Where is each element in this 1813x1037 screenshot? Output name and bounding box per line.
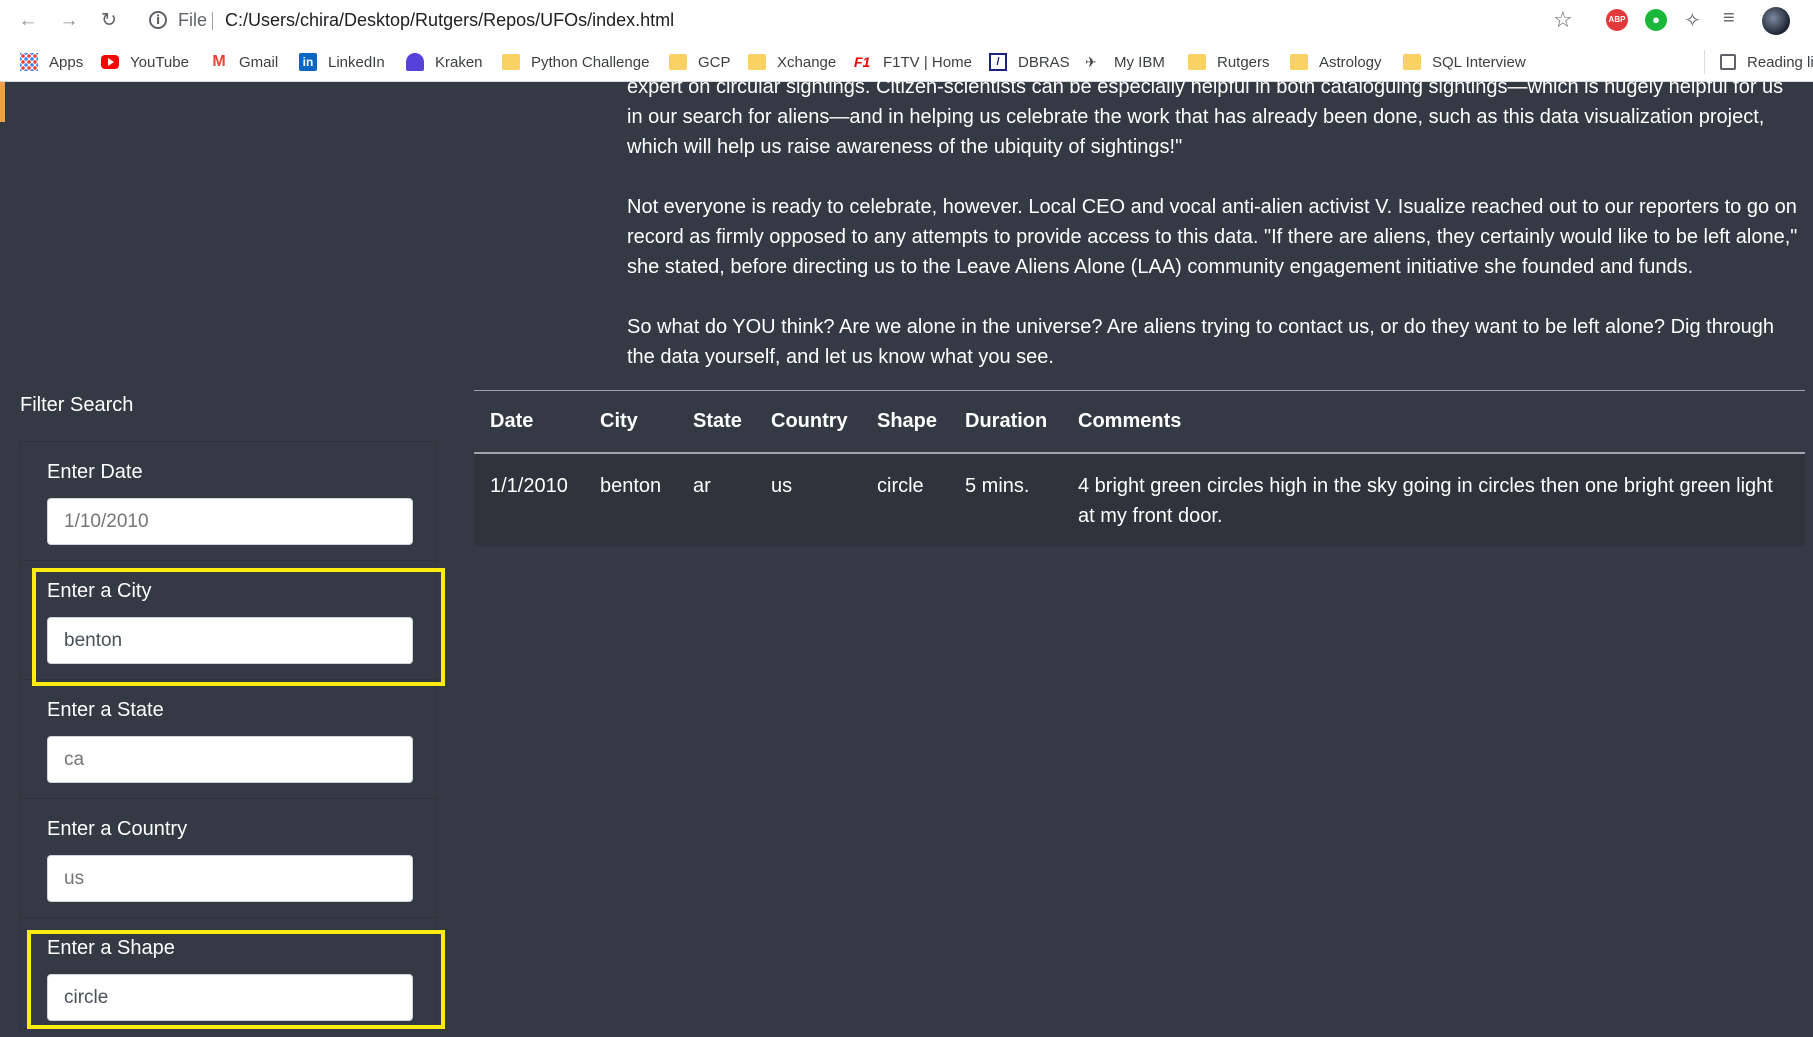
kraken-icon bbox=[406, 53, 424, 71]
bookmark-label: Gmail bbox=[239, 53, 279, 71]
bookmark-apps[interactable]: Apps bbox=[20, 52, 83, 72]
url-scheme: File bbox=[178, 10, 208, 30]
bookmarks-divider bbox=[1704, 50, 1705, 74]
bookmark-xchange[interactable]: Xchange bbox=[748, 52, 836, 72]
cell-comments: 4 bright green circles high in the sky g… bbox=[1062, 452, 1805, 546]
column-header-comments: Comments bbox=[1062, 390, 1805, 454]
green-extension-icon[interactable]: ● bbox=[1645, 9, 1667, 31]
bookmark-label: DBRAS bbox=[1018, 53, 1070, 71]
date-input[interactable] bbox=[47, 498, 413, 545]
forward-arrow-icon[interactable]: → bbox=[57, 9, 81, 33]
url-divider bbox=[212, 12, 213, 30]
reload-icon[interactable]: ↻ bbox=[97, 9, 121, 33]
folder-icon bbox=[1403, 54, 1421, 70]
folder-icon bbox=[502, 54, 520, 70]
bookmark-f1tv[interactable]: F1 F1TV | Home bbox=[854, 52, 972, 72]
table-header-row: Date City State Country Shape Duration C… bbox=[474, 390, 1805, 454]
bookmark-dbras[interactable]: / DBRAS bbox=[989, 52, 1070, 72]
ibm-icon: ✈ bbox=[1085, 54, 1097, 70]
reading-list-label: Reading li bbox=[1747, 53, 1813, 71]
bookmark-youtube[interactable]: YouTube bbox=[101, 52, 189, 72]
folder-icon bbox=[1188, 54, 1206, 70]
bookmark-label: Python Challenge bbox=[531, 53, 650, 71]
reading-list-button[interactable]: Reading li bbox=[1720, 52, 1813, 72]
article-paragraph: expert on circular sightings. Citizen-sc… bbox=[627, 76, 1784, 158]
cell-shape: circle bbox=[861, 452, 949, 546]
filter-country: Enter a Country bbox=[21, 799, 438, 918]
youtube-icon bbox=[101, 55, 119, 69]
cell-duration: 5 mins. bbox=[949, 452, 1062, 546]
state-label: Enter a State bbox=[47, 699, 164, 721]
bookmark-label: My IBM bbox=[1114, 53, 1165, 71]
cell-date: 1/1/2010 bbox=[474, 452, 584, 546]
column-header-state: State bbox=[677, 390, 755, 454]
extensions-puzzle-icon[interactable]: ✧ bbox=[1684, 8, 1701, 33]
dbras-icon: / bbox=[989, 53, 1007, 71]
cell-country: us bbox=[755, 452, 861, 546]
filter-search-title: Filter Search bbox=[20, 394, 134, 416]
browser-toolbar: ← → ↻ i File C:/Users/chira/Desktop/Rutg… bbox=[0, 0, 1813, 42]
bookmark-label: YouTube bbox=[130, 53, 189, 71]
article-paragraph: So what do YOU think? Are we alone in th… bbox=[627, 316, 1774, 368]
article-paragraph: Not everyone is ready to celebrate, howe… bbox=[627, 196, 1798, 278]
bookmark-gcp[interactable]: GCP bbox=[669, 52, 731, 72]
column-header-date: Date bbox=[474, 390, 584, 454]
bookmark-label: Astrology bbox=[1319, 53, 1382, 71]
state-input[interactable] bbox=[47, 736, 413, 783]
site-info-icon[interactable]: i bbox=[149, 11, 167, 29]
bookmark-gmail[interactable]: M Gmail bbox=[210, 52, 278, 72]
cell-state: ar bbox=[677, 452, 755, 546]
profile-avatar[interactable] bbox=[1762, 7, 1790, 35]
column-header-duration: Duration bbox=[949, 390, 1062, 454]
linkedin-icon: in bbox=[299, 53, 317, 71]
bookmark-label: F1TV | Home bbox=[883, 53, 972, 71]
date-label: Enter Date bbox=[47, 461, 143, 483]
folder-icon bbox=[1290, 54, 1308, 70]
bookmark-label: SQL Interview bbox=[1432, 53, 1526, 71]
bookmark-linkedin[interactable]: in LinkedIn bbox=[299, 52, 385, 72]
shape-label: Enter a Shape bbox=[47, 937, 175, 959]
page-edge-accent bbox=[0, 82, 5, 122]
filter-shape: Enter a Shape bbox=[21, 918, 438, 1037]
city-label: Enter a City bbox=[47, 580, 152, 602]
folder-icon bbox=[748, 54, 766, 70]
gmail-icon: M bbox=[212, 53, 226, 70]
bookmark-sql-interview[interactable]: SQL Interview bbox=[1403, 52, 1526, 72]
country-input[interactable] bbox=[47, 855, 413, 902]
cell-city: benton bbox=[584, 452, 677, 546]
folder-icon bbox=[669, 54, 687, 70]
bookmark-label: Xchange bbox=[777, 53, 837, 71]
ufo-results-table: Date City State Country Shape Duration C… bbox=[474, 390, 1805, 546]
bookmark-my-ibm[interactable]: ✈ My IBM bbox=[1085, 52, 1165, 72]
reading-list-icon bbox=[1720, 54, 1736, 70]
bookmark-star-icon[interactable]: ☆ bbox=[1553, 7, 1573, 33]
column-header-country: Country bbox=[755, 390, 861, 454]
filter-city: Enter a City bbox=[21, 561, 438, 680]
filter-state: Enter a State bbox=[21, 680, 438, 799]
address-bar[interactable]: C:/Users/chira/Desktop/Rutgers/Repos/UFO… bbox=[225, 10, 674, 31]
bookmark-label: Kraken bbox=[435, 53, 483, 71]
back-arrow-icon[interactable]: ← bbox=[16, 9, 40, 33]
adblock-icon[interactable]: ABP bbox=[1606, 9, 1628, 31]
bookmark-label: GCP bbox=[698, 53, 731, 71]
shape-input[interactable] bbox=[47, 974, 413, 1021]
playlist-icon[interactable]: ≡ bbox=[1723, 7, 1735, 30]
country-label: Enter a Country bbox=[47, 818, 188, 840]
city-input[interactable] bbox=[47, 617, 413, 664]
bookmark-kraken[interactable]: Kraken bbox=[406, 52, 483, 72]
article-body: expert on circular sightings. Citizen-sc… bbox=[627, 72, 1802, 402]
bookmark-python-challenge[interactable]: Python Challenge bbox=[502, 52, 649, 72]
bookmark-label: LinkedIn bbox=[328, 53, 385, 71]
apps-grid-icon bbox=[20, 53, 38, 71]
bookmark-label: Apps bbox=[49, 53, 84, 71]
column-header-city: City bbox=[584, 390, 677, 454]
bookmark-label: Rutgers bbox=[1217, 53, 1270, 71]
filter-date: Enter Date bbox=[21, 442, 438, 561]
bookmark-astrology[interactable]: Astrology bbox=[1290, 52, 1382, 72]
table-row: 1/1/2010 benton ar us circle 5 mins. 4 b… bbox=[474, 452, 1805, 546]
column-header-shape: Shape bbox=[861, 390, 949, 454]
f1-icon: F1 bbox=[854, 54, 871, 70]
bookmark-rutgers[interactable]: Rutgers bbox=[1188, 52, 1270, 72]
filter-panel: Enter Date Enter a City Enter a State En… bbox=[20, 441, 438, 1029]
